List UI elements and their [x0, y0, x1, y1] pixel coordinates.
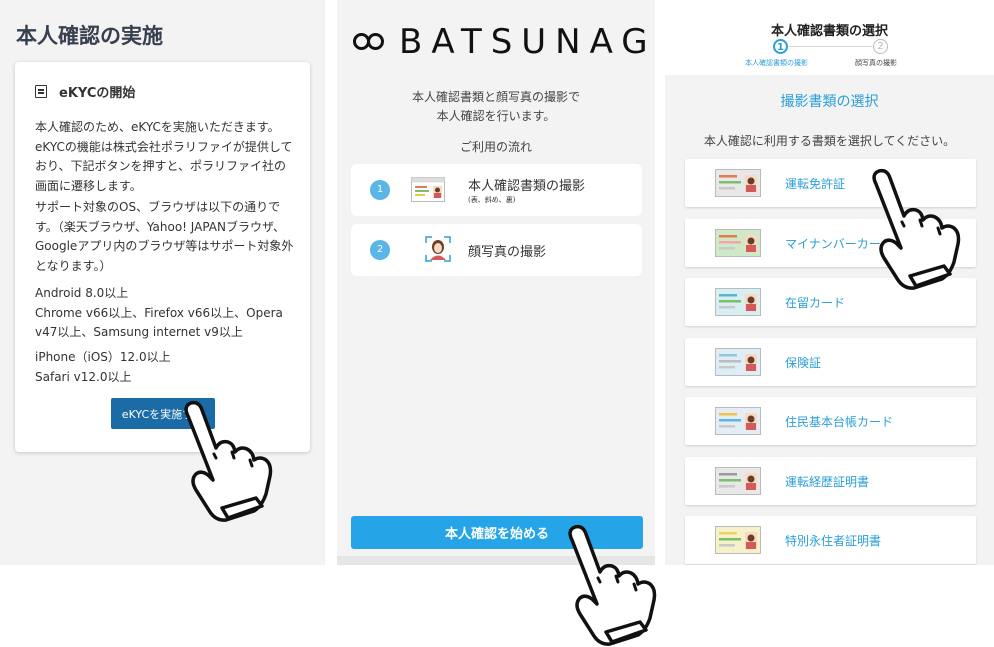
- step-1-indicator: 1: [773, 39, 788, 54]
- batsunagu-logo: BATSUNAGU: [353, 22, 655, 62]
- support-paragraph: サポート対象のOS、ブラウザは以下の通りです。（楽天ブラウザ、Yahoo! JA…: [35, 200, 294, 273]
- header: 本人確認書類の選択 1 2 本人確認書類の撮影 顔写真の撮影: [665, 0, 994, 75]
- id-card-icon: [715, 526, 761, 554]
- page-title: 本人確認の実施: [16, 24, 163, 48]
- intro-text: 本人確認書類と顔写真の撮影で 本人確認を行います。: [337, 88, 655, 126]
- page-title: 本人確認書類の選択: [770, 24, 888, 39]
- step-2-label: 顔写真の撮影: [855, 59, 897, 67]
- pointing-hand-icon: [568, 524, 657, 646]
- intro-line-2: 本人確認を行います。: [436, 109, 556, 123]
- document-option-label: 運転免許証: [785, 177, 846, 191]
- id-card-icon: [715, 288, 761, 316]
- document-option[interactable]: 運転経歴証明書: [685, 456, 976, 505]
- ekyc-card: eKYCの開始 本人確認のため、eKYCを実施いただきます。eKYCの機能は株式…: [15, 62, 310, 452]
- document-option-label: 保険証: [785, 355, 822, 370]
- pointing-hand-icon: [872, 168, 961, 290]
- id-card-icon: [715, 169, 761, 197]
- logo-mark-icon: [353, 31, 389, 53]
- document-option[interactable]: 住民基本台帳カード: [685, 397, 976, 445]
- step-1-label: 本人確認書類の撮影: [745, 59, 808, 67]
- logo-text: BATSUNAGU: [399, 22, 655, 62]
- flow-step-1: 1 本人確認書類の撮影 (表、斜め、裏): [351, 164, 642, 216]
- batsunagu-intro-screen: BATSUNAGU 本人確認書類と顔写真の撮影で 本人確認を行います。 ご利用の…: [337, 0, 655, 565]
- flow-step-2: 2 顔写真の撮影: [351, 224, 642, 276]
- step-label: 本人確認書類の撮影: [468, 179, 586, 194]
- flow-title: ご利用の流れ: [459, 140, 532, 154]
- card-header: eKYCの開始: [35, 82, 135, 101]
- android-support-text: Android 8.0以上 Chrome v66以上、Firefox v66以上…: [35, 286, 283, 339]
- step-progress-line: [789, 46, 872, 47]
- id-card-icon: [715, 407, 761, 435]
- section-heading: 撮影書類の選択: [780, 94, 879, 110]
- document-option[interactable]: 特別永住者証明書: [685, 516, 976, 564]
- step-sub-label: (表、斜め、裏): [468, 196, 516, 204]
- instruction-text: 本人確認に利用する書類を選択してください。: [703, 134, 956, 148]
- face-portrait-icon: [425, 236, 451, 262]
- step-label: 顔写真の撮影: [468, 245, 547, 260]
- card-title: eKYCの開始: [59, 86, 136, 101]
- id-card-icon: [715, 347, 761, 376]
- document-option-label: 運転経歴証明書: [785, 474, 870, 489]
- intro-paragraph: 本人確認のため、eKYCを実施いただきます。eKYCの機能は株式会社ポラリファイ…: [35, 120, 293, 193]
- step-number: 1: [370, 180, 390, 200]
- step-number: 2: [370, 240, 390, 260]
- document-option-label: 特別永住者証明書: [785, 534, 882, 548]
- id-card-icon: [715, 466, 761, 495]
- id-card-icon: [715, 228, 761, 257]
- id-card-icon: [411, 177, 445, 202]
- document-option-label: 住民基本台帳カード: [785, 415, 894, 429]
- pointing-hand-icon: [184, 400, 273, 522]
- intro-line-1: 本人確認書類と顔写真の撮影で: [411, 90, 580, 104]
- document-option[interactable]: 保険証: [685, 337, 976, 386]
- ios-support-text: iPhone（iOS）12.0以上 Safari v12.0以上: [35, 350, 171, 384]
- step-2-indicator: 2: [873, 39, 888, 54]
- document-option-label: 在留カード: [785, 296, 846, 310]
- document-icon: [35, 85, 47, 98]
